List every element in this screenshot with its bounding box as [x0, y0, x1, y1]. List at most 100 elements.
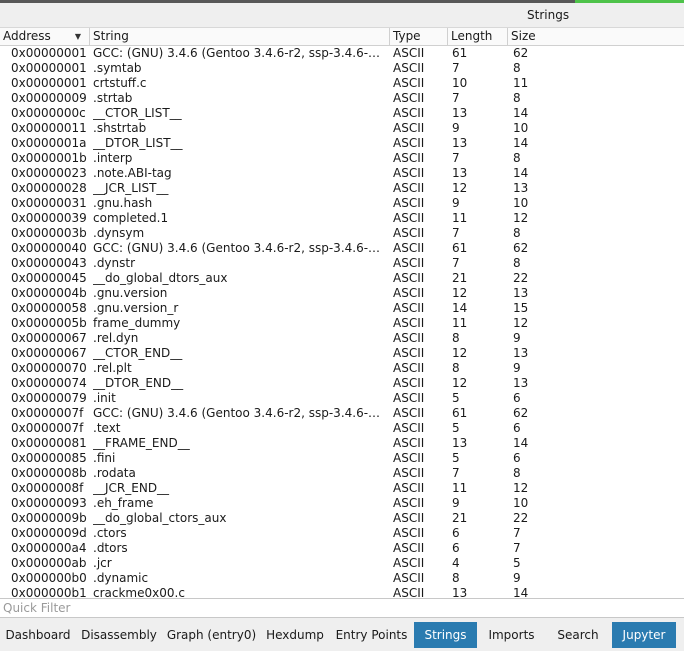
tab-entry-points[interactable]: Entry Points: [329, 622, 414, 648]
cell-size: 12: [513, 481, 529, 495]
table-row[interactable]: 0x00000081 __FRAME_END__ ASCII 13 14: [0, 436, 684, 451]
table-row[interactable]: 0x000000b0 .dynamic ASCII 8 9: [0, 571, 684, 586]
cell-type: ASCII: [393, 106, 425, 120]
table-row[interactable]: 0x0000007f .text ASCII 5 6: [0, 421, 684, 436]
cell-address: 0x00000001: [11, 76, 87, 90]
cell-type: ASCII: [393, 121, 425, 135]
table-row[interactable]: 0x0000000c __CTOR_LIST__ ASCII 13 14: [0, 106, 684, 121]
cell-length: 10: [452, 76, 468, 90]
cell-address: 0x00000001: [11, 46, 87, 60]
cell-string: __JCR_LIST__: [93, 181, 169, 195]
quick-filter-input[interactable]: [1, 599, 684, 617]
cell-type: ASCII: [393, 286, 425, 300]
table-row[interactable]: 0x00000031 .gnu.hash ASCII 9 10: [0, 196, 684, 211]
table-row[interactable]: 0x0000005b frame_dummy ASCII 11 12: [0, 316, 684, 331]
cell-address: 0x0000004b: [11, 286, 87, 300]
table-row[interactable]: 0x00000085 .fini ASCII 5 6: [0, 451, 684, 466]
table-row[interactable]: 0x0000003b .dynsym ASCII 7 8: [0, 226, 684, 241]
table-row[interactable]: 0x00000070 .rel.plt ASCII 8 9: [0, 361, 684, 376]
table-row[interactable]: 0x0000004b .gnu.version ASCII 12 13: [0, 286, 684, 301]
table-row[interactable]: 0x0000007f GCC: (GNU) 3.4.6 (Gentoo 3.4.6…: [0, 406, 684, 421]
cell-type: ASCII: [393, 61, 425, 75]
table-row[interactable]: 0x00000023 .note.ABI-tag ASCII 13 14: [0, 166, 684, 181]
table-row[interactable]: 0x00000040 GCC: (GNU) 3.4.6 (Gentoo 3.4.6…: [0, 241, 684, 256]
cell-type: ASCII: [393, 91, 425, 105]
table-row[interactable]: 0x00000067 .rel.dyn ASCII 8 9: [0, 331, 684, 346]
cell-length: 13: [452, 586, 468, 598]
tab-hexdump[interactable]: Hexdump: [261, 622, 329, 648]
cell-length: 21: [452, 511, 468, 525]
cell-type: ASCII: [393, 466, 425, 480]
cell-size: 14: [513, 106, 529, 120]
cell-size: 13: [513, 376, 529, 390]
table-row[interactable]: 0x00000043 .dynstr ASCII 7 8: [0, 256, 684, 271]
table-row[interactable]: 0x000000ab .jcr ASCII 4 5: [0, 556, 684, 571]
table-row[interactable]: 0x0000009b __do_global_ctors_aux ASCII 21 22: [0, 511, 684, 526]
table-row[interactable]: 0x000000a4 .dtors ASCII 6 7: [0, 541, 684, 556]
table-row[interactable]: 0x0000008b .rodata ASCII 7 8: [0, 466, 684, 481]
tab-dashboard[interactable]: Dashboard: [0, 622, 76, 648]
table-row[interactable]: 0x00000001 .symtab ASCII 7 8: [0, 61, 684, 76]
table-row[interactable]: 0x00000009 .strtab ASCII 7 8: [0, 91, 684, 106]
cell-string: GCC: (GNU) 3.4.6 (Gentoo 3.4.6-r2, ssp-3…: [93, 241, 381, 255]
table-row[interactable]: 0x0000008f __JCR_END__ ASCII 11 12: [0, 481, 684, 496]
cell-length: 11: [452, 481, 468, 495]
cell-string: .interp: [93, 151, 133, 165]
cell-string: .symtab: [93, 61, 142, 75]
table-row[interactable]: 0x00000058 .gnu.version_r ASCII 14 15: [0, 301, 684, 316]
cell-type: ASCII: [393, 586, 425, 598]
cell-string: .rel.dyn: [93, 331, 139, 345]
cell-length: 13: [452, 166, 468, 180]
table-row[interactable]: 0x00000011 .shstrtab ASCII 9 10: [0, 121, 684, 136]
cell-type: ASCII: [393, 241, 425, 255]
cell-address: 0x000000ab: [11, 556, 87, 570]
cell-type: ASCII: [393, 166, 425, 180]
table-row[interactable]: 0x00000039 completed.1 ASCII 11 12: [0, 211, 684, 226]
column-header-type[interactable]: Type: [390, 28, 448, 45]
tab-jupyter[interactable]: Jupyter: [612, 622, 676, 648]
table-row[interactable]: 0x00000079 .init ASCII 5 6: [0, 391, 684, 406]
tab-graph-entry0[interactable]: Graph (entry0): [162, 622, 261, 648]
cell-size: 14: [513, 166, 529, 180]
cell-string: .ctors: [93, 526, 127, 540]
table-row[interactable]: 0x0000001b .interp ASCII 7 8: [0, 151, 684, 166]
cell-type: ASCII: [393, 256, 425, 270]
table-row[interactable]: 0x0000009d .ctors ASCII 6 7: [0, 526, 684, 541]
cell-address: 0x00000039: [11, 211, 87, 225]
tab-imports[interactable]: Imports: [477, 622, 546, 648]
table-row[interactable]: 0x00000001 crtstuff.c ASCII 10 11: [0, 76, 684, 91]
cell-type: ASCII: [393, 196, 425, 210]
table-row[interactable]: 0x00000093 .eh_frame ASCII 9 10: [0, 496, 684, 511]
cell-address: 0x0000009b: [11, 511, 87, 525]
table-row[interactable]: 0x00000074 __DTOR_END__ ASCII 12 13: [0, 376, 684, 391]
cell-address: 0x00000023: [11, 166, 87, 180]
cell-string: .rodata: [93, 466, 136, 480]
cell-type: ASCII: [393, 556, 425, 570]
cell-length: 61: [452, 406, 468, 420]
table-row[interactable]: 0x000000b1 crackme0x00.c ASCII 13 14: [0, 586, 684, 598]
column-header-address[interactable]: Address ▼: [0, 28, 90, 45]
cell-length: 9: [452, 496, 460, 510]
cell-string: frame_dummy: [93, 316, 181, 330]
cell-length: 6: [452, 526, 460, 540]
table-row[interactable]: 0x00000067 __CTOR_END__ ASCII 12 13: [0, 346, 684, 361]
column-header-length[interactable]: Length: [448, 28, 508, 45]
cell-length: 13: [452, 106, 468, 120]
cell-size: 5: [513, 556, 521, 570]
cell-type: ASCII: [393, 151, 425, 165]
column-header-string[interactable]: String: [90, 28, 390, 45]
table-row[interactable]: 0x00000045 __do_global_dtors_aux ASCII 21 22: [0, 271, 684, 286]
table-row[interactable]: 0x0000001a __DTOR_LIST__ ASCII 13 14: [0, 136, 684, 151]
table-row[interactable]: 0x00000028 __JCR_LIST__ ASCII 12 13: [0, 181, 684, 196]
tab-disassembly[interactable]: Disassembly: [76, 622, 162, 648]
cell-type: ASCII: [393, 541, 425, 555]
tab-strings[interactable]: Strings: [414, 622, 477, 648]
column-header-size[interactable]: Size: [508, 28, 684, 45]
tab-search[interactable]: Search: [546, 622, 610, 648]
cell-address: 0x000000a4: [11, 541, 87, 555]
cell-type: ASCII: [393, 316, 425, 330]
table-row[interactable]: 0x00000001 GCC: (GNU) 3.4.6 (Gentoo 3.4.6…: [0, 46, 684, 61]
cell-type: ASCII: [393, 376, 425, 390]
cell-length: 7: [452, 91, 460, 105]
cell-length: 7: [452, 256, 460, 270]
